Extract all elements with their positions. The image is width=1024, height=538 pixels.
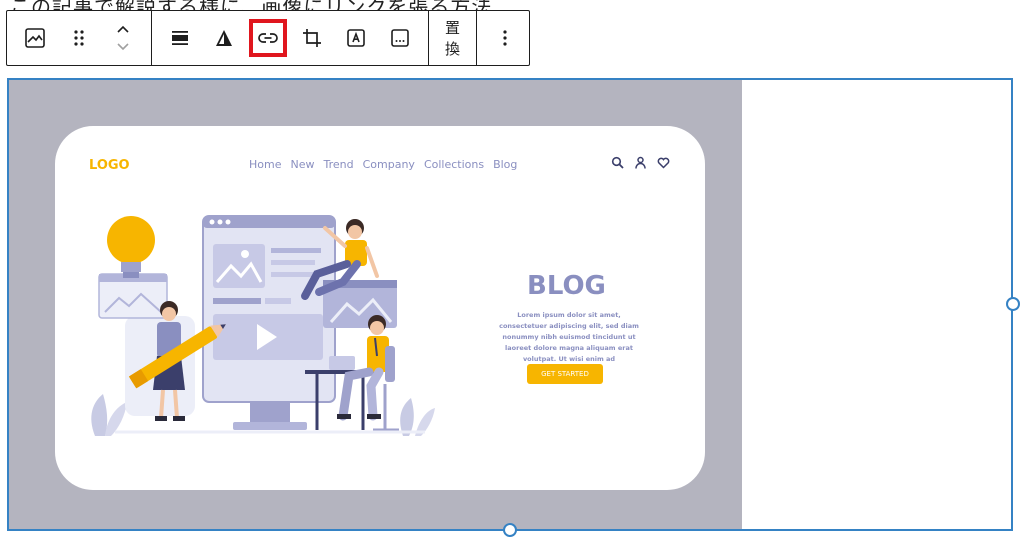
hero-illustration [91, 215, 435, 436]
image-content: LOGO Home New Trend Company Collections … [9, 80, 742, 529]
alt-text-button[interactable] [378, 16, 422, 60]
image-icon [25, 28, 45, 48]
drag-icon [74, 30, 84, 46]
mockup-nav-icons [611, 156, 670, 169]
options-button[interactable] [483, 16, 527, 60]
replace-button[interactable]: 置換 [435, 16, 470, 60]
user-icon [635, 156, 646, 169]
chevron-down-icon [117, 43, 129, 51]
duotone-button[interactable] [202, 16, 246, 60]
mockup-nav-item: New [290, 158, 315, 171]
mockup-nav-item: Collections [423, 158, 485, 171]
align-button[interactable] [158, 16, 202, 60]
drag-handle[interactable] [57, 16, 101, 60]
mockup-nav-item: Blog [493, 158, 518, 171]
block-toolbar: 置換 [6, 10, 530, 66]
resize-handle-bottom[interactable] [503, 523, 517, 537]
toolbar-group-replace: 置換 [429, 11, 478, 65]
selected-image-block[interactable]: LOGO Home New Trend Company Collections … [7, 78, 1013, 531]
toolbar-group-block [7, 11, 152, 65]
more-box-icon [391, 29, 409, 47]
text-overlay-button[interactable] [334, 16, 378, 60]
mockup-nav-item: Home [249, 158, 282, 171]
mockup-logo: LOGO [89, 158, 130, 173]
mockup-blog-description: Lorem ipsum dolor sit amet, consectetuer… [499, 311, 639, 363]
image-block-button[interactable] [13, 16, 57, 60]
link-button[interactable] [246, 16, 290, 60]
link-icon [258, 33, 278, 43]
crop-button[interactable] [290, 16, 334, 60]
align-icon [172, 31, 188, 45]
vertical-ellipsis-icon [503, 30, 507, 46]
mockup-blog-title: BLOG [527, 271, 606, 301]
mockup-cta-button: GET STARTED [527, 364, 603, 384]
chevron-up-icon [117, 25, 129, 33]
toolbar-group-options [477, 11, 533, 65]
mockup-nav-item: Company [362, 158, 415, 171]
toolbar-group-tools [152, 11, 429, 65]
move-down-button[interactable] [111, 38, 135, 56]
crop-icon [303, 29, 321, 47]
resize-handle-right[interactable] [1006, 297, 1020, 311]
duotone-icon [216, 30, 232, 46]
mockup-card: LOGO Home New Trend Company Collections … [55, 126, 705, 490]
block-mover [101, 16, 145, 60]
mockup-nav: Home New Trend Company Collections Blog [249, 158, 517, 171]
text-overlay-icon [347, 29, 365, 47]
search-icon [611, 156, 624, 169]
heart-icon [657, 157, 670, 169]
mockup-nav-item: Trend [323, 158, 354, 171]
move-up-button[interactable] [111, 20, 135, 38]
